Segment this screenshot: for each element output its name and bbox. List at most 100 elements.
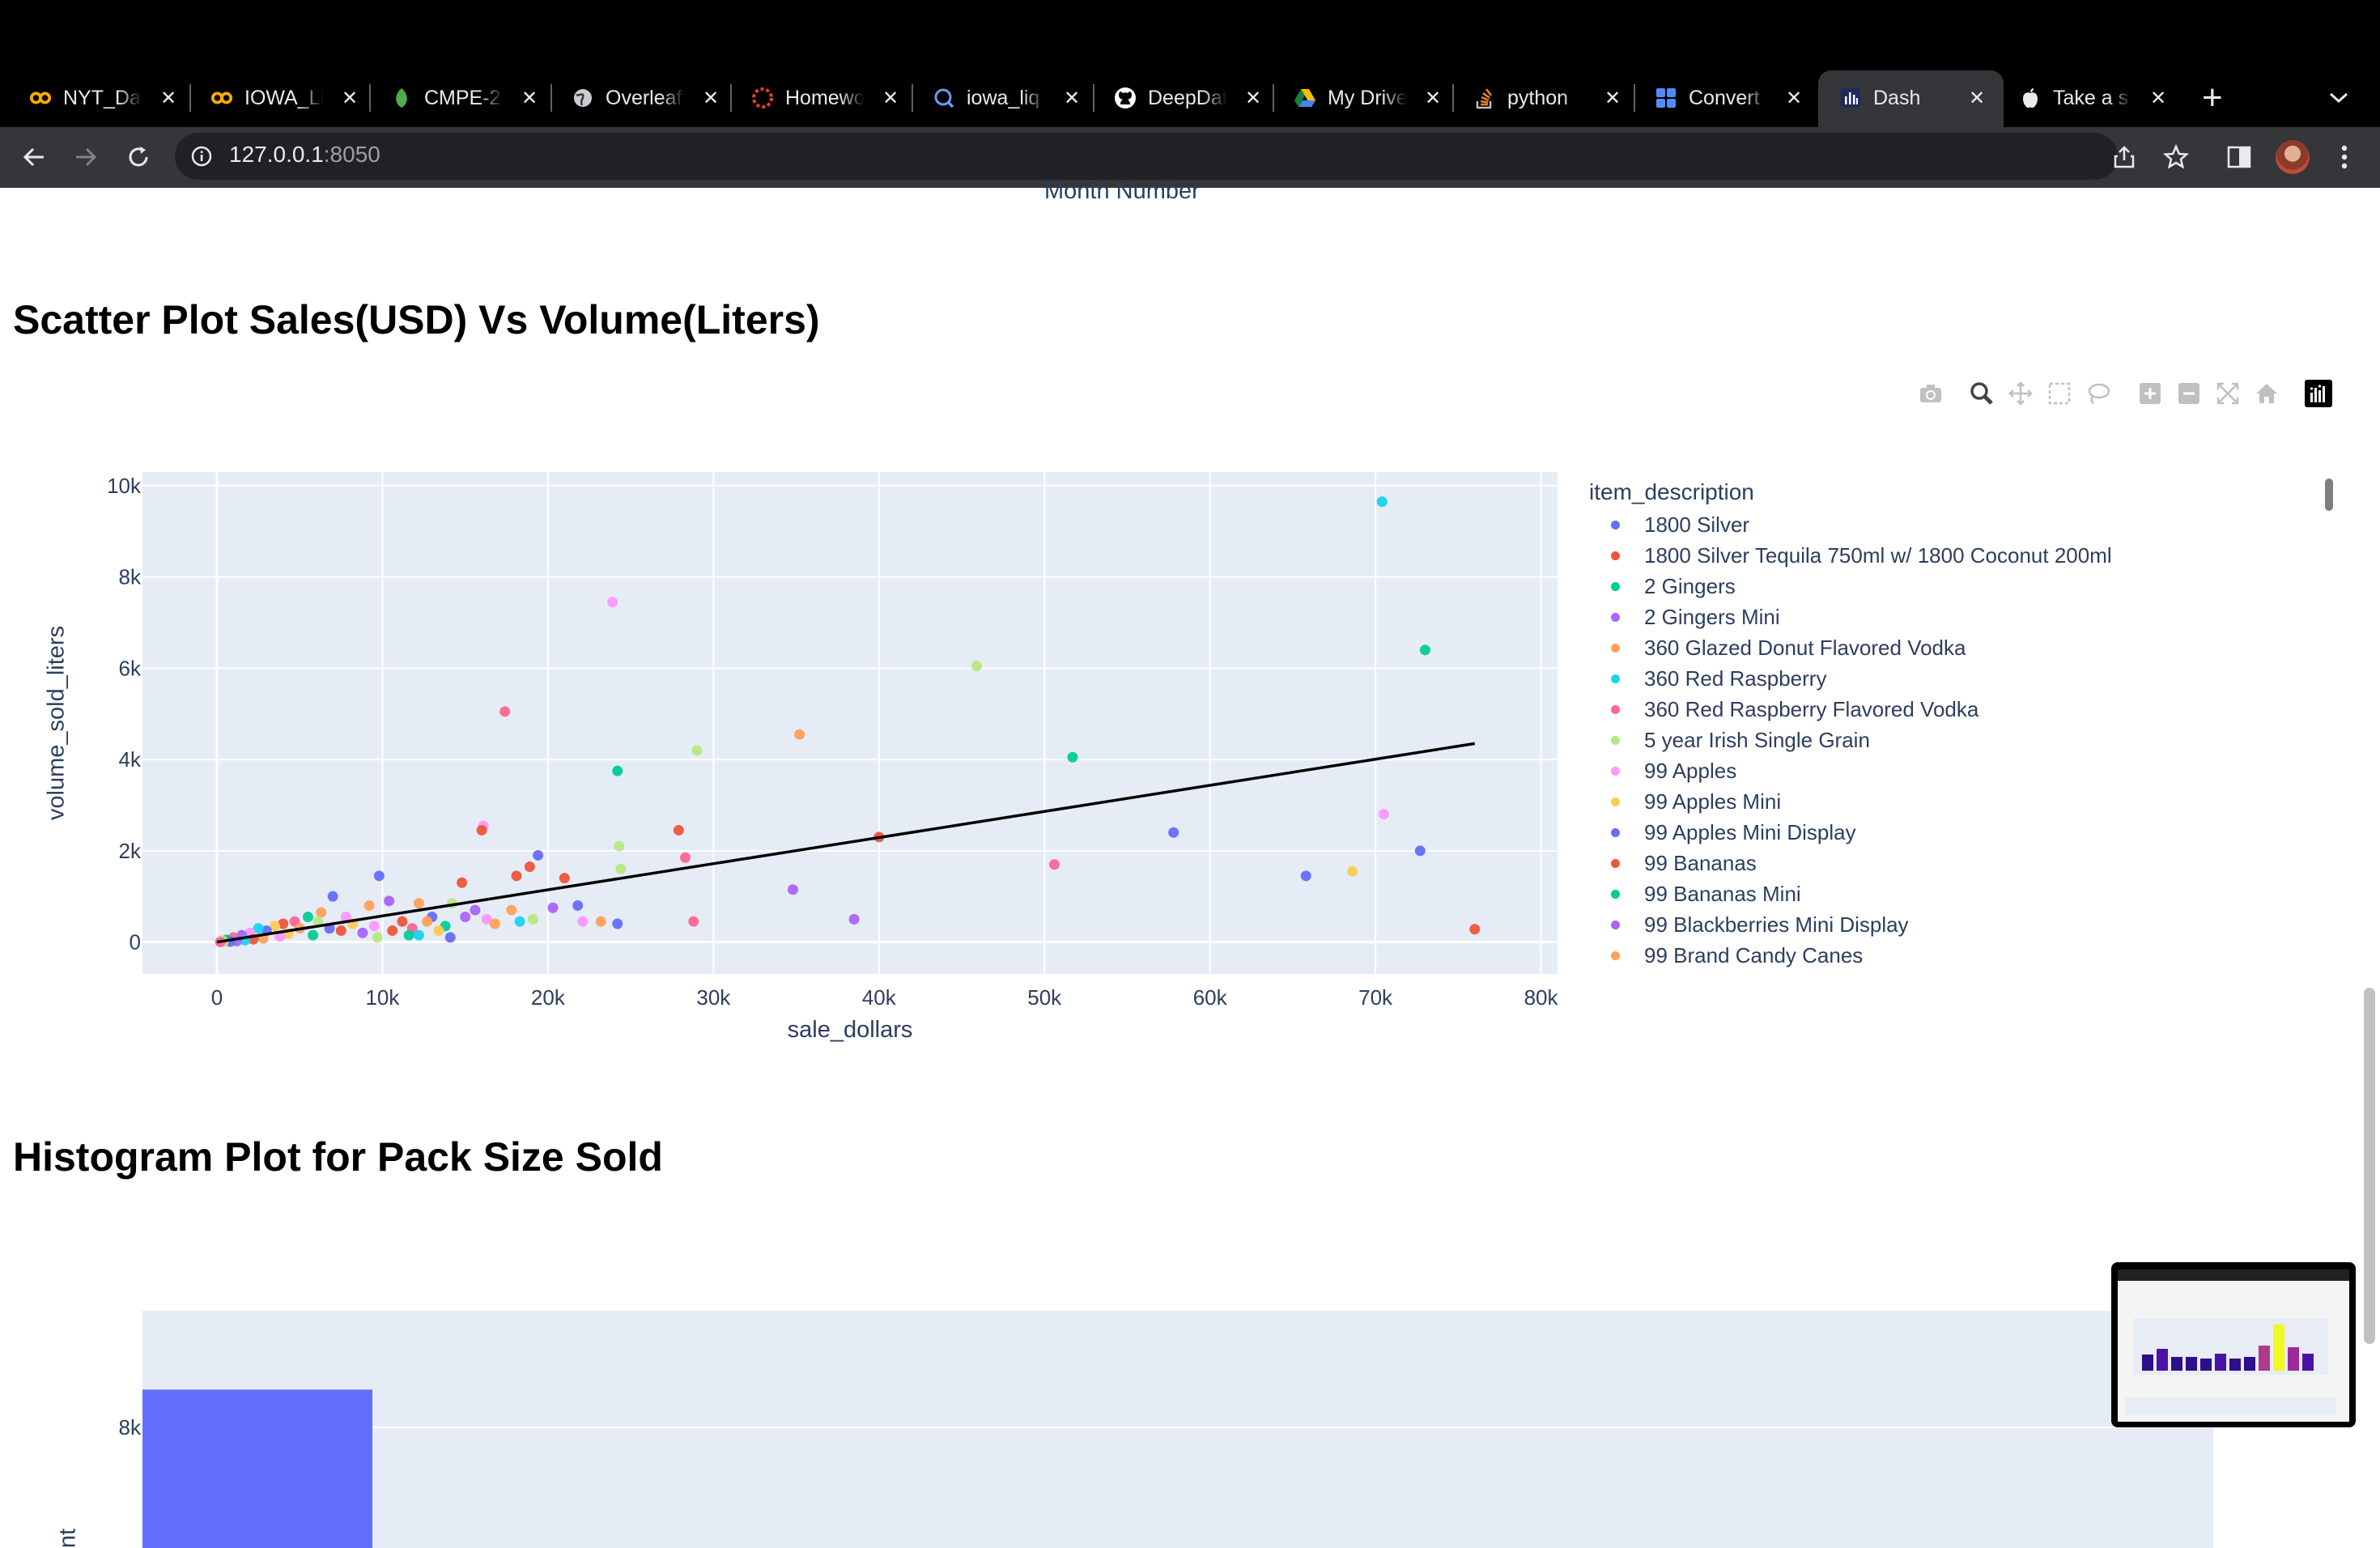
legend-item[interactable]: 360 Glazed Donut Flavored Vodka — [1611, 633, 1966, 662]
page-scrollbar-track[interactable] — [2361, 188, 2380, 1548]
tab-separator — [189, 84, 191, 112]
tab-title: Overleaf — [606, 86, 682, 109]
legend-label: 99 Apples Mini Display — [1644, 819, 1856, 844]
close-tab-icon[interactable]: ✕ — [2150, 87, 2166, 110]
browser-tab[interactable]: Dash ✕ — [1839, 80, 1985, 116]
legend-item[interactable]: 99 Apples Mini Display — [1611, 818, 1856, 847]
bookmark-button[interactable] — [2157, 138, 2195, 176]
zoom-in-icon[interactable] — [2136, 379, 2165, 408]
browser-tab[interactable]: My Drive ✕ — [1294, 80, 1441, 116]
histogram-plot-area[interactable] — [142, 1311, 2213, 1548]
reload-button[interactable] — [119, 138, 158, 176]
browser-tab[interactable]: Take a s ✕ — [2019, 80, 2166, 116]
tab-title: Convert — [1689, 86, 1760, 109]
profile-avatar[interactable] — [2273, 138, 2312, 176]
site-info-icon[interactable] — [191, 146, 212, 167]
lasso-icon[interactable] — [2084, 379, 2113, 408]
previous-chart-x-axis-title: Month Number — [1044, 178, 1200, 204]
legend-item[interactable]: 5 year Irish Single Grain — [1611, 725, 1870, 755]
browser-tab[interactable]: python ✕ — [1473, 80, 1621, 116]
legend-item[interactable]: 99 Apples — [1611, 756, 1736, 785]
scatter-plot-area[interactable] — [142, 472, 1558, 974]
menu-button[interactable] — [2325, 138, 2364, 176]
browser-tab[interactable]: NYT_Da ✕ — [29, 80, 176, 116]
close-tab-icon[interactable]: ✕ — [882, 87, 899, 110]
close-tab-icon[interactable]: ✕ — [703, 87, 719, 110]
histogram-y-axis-title: nt — [54, 1528, 81, 1548]
browser-tab[interactable]: IOWA_Li ✕ — [210, 80, 358, 116]
zoom-icon[interactable] — [1967, 379, 1996, 408]
back-button[interactable] — [15, 138, 53, 176]
legend-item[interactable]: 99 Brand Candy Canes — [1611, 941, 1863, 970]
tab-title: NYT_Da — [63, 86, 141, 109]
stackoverflow-icon — [1473, 87, 1496, 109]
close-tab-icon[interactable]: ✕ — [342, 87, 358, 110]
tab-title: DeepDat — [1148, 86, 1227, 109]
arrow-right-icon — [76, 147, 97, 167]
url-text: 127.0.0.1:8050 — [229, 142, 380, 168]
browser-tab[interactable]: CMPE-2 ✕ — [390, 80, 538, 116]
legend-item[interactable]: 99 Apples Mini — [1611, 787, 1781, 816]
tab-separator — [369, 84, 371, 112]
legend-item[interactable]: 99 Blackberries Mini Display — [1611, 910, 1909, 939]
legend-marker — [1611, 827, 1620, 837]
browser-tab[interactable]: Convert ✕ — [1655, 80, 1802, 116]
address-bar[interactable] — [175, 133, 2118, 180]
globe-icon — [572, 87, 594, 109]
pan-icon[interactable] — [2006, 379, 2035, 408]
y-axis-title: volume_sold_liters — [43, 625, 70, 821]
tab-title: My Drive — [1328, 86, 1407, 109]
zoom-out-icon[interactable] — [2174, 379, 2204, 408]
legend-item[interactable]: 360 Red Raspberry — [1611, 664, 1826, 693]
dash-icon — [1839, 87, 1862, 109]
close-tab-icon[interactable]: ✕ — [1604, 87, 1621, 110]
browser-tab[interactable]: DeepDat ✕ — [1114, 80, 1261, 116]
legend-item[interactable]: 2 Gingers Mini — [1611, 602, 1780, 632]
legend-marker — [1611, 858, 1620, 868]
legend-marker — [1611, 612, 1620, 622]
legend-item[interactable]: 360 Red Raspberry Flavored Vodka — [1611, 695, 1978, 724]
browser-tab[interactable]: iowa_liq ✕ — [933, 80, 1080, 116]
legend-item[interactable]: 2 Gingers — [1611, 572, 1736, 601]
autoscale-icon[interactable] — [2213, 379, 2242, 408]
side-panel-button[interactable] — [2220, 138, 2259, 176]
tab-search-button[interactable] — [2328, 80, 2349, 116]
forward-button[interactable] — [66, 138, 105, 176]
x-axis-title: sale_dollars — [787, 1017, 913, 1043]
plotly-logo-icon[interactable] — [2304, 379, 2333, 408]
box-select-icon[interactable] — [2045, 379, 2074, 408]
tab-title: python — [1507, 86, 1569, 109]
close-tab-icon[interactable]: ✕ — [1064, 87, 1080, 110]
close-tab-icon[interactable]: ✕ — [1425, 87, 1441, 110]
reload-icon — [129, 147, 148, 167]
legend-marker — [1611, 889, 1620, 899]
scatter-heading: Scatter Plot Sales(USD) Vs Volume(Liters… — [13, 297, 820, 342]
legend-item[interactable]: 1800 Silver Tequila 750ml w/ 1800 Coconu… — [1611, 541, 2112, 570]
tab-title: Take a s — [2053, 86, 2129, 109]
tab-separator — [1634, 84, 1635, 112]
tab-separator — [1093, 84, 1094, 112]
close-tab-icon[interactable]: ✕ — [1786, 87, 1802, 110]
legend-item[interactable]: 99 Bananas — [1611, 848, 1757, 878]
legend-scrollbar[interactable] — [2325, 478, 2333, 511]
close-tab-icon[interactable]: ✕ — [1969, 87, 1985, 110]
share-icon — [2114, 146, 2135, 168]
tab-separator — [912, 84, 913, 112]
legend-title: item_description — [1589, 479, 1754, 504]
close-tab-icon[interactable]: ✕ — [1245, 87, 1261, 110]
legend-marker — [1611, 551, 1620, 560]
camera-icon[interactable] — [1916, 379, 1945, 408]
browser-tab[interactable]: Homewo ✕ — [751, 80, 899, 116]
close-tab-icon[interactable]: ✕ — [521, 87, 538, 110]
reset-axes-icon[interactable] — [2252, 379, 2281, 408]
legend-label: 1800 Silver — [1644, 512, 1750, 537]
legend-item[interactable]: 99 Bananas Mini — [1611, 879, 1801, 908]
page-scrollbar-thumb[interactable] — [2364, 988, 2375, 1344]
close-tab-icon[interactable]: ✕ — [160, 87, 176, 110]
browser-tab[interactable]: Overleaf ✕ — [572, 80, 719, 116]
colab-icon — [29, 87, 52, 109]
legend-marker — [1611, 520, 1620, 529]
share-button[interactable] — [2105, 138, 2144, 176]
legend-item[interactable]: 1800 Silver — [1611, 510, 1749, 539]
new-tab-button[interactable]: + — [2202, 78, 2223, 117]
